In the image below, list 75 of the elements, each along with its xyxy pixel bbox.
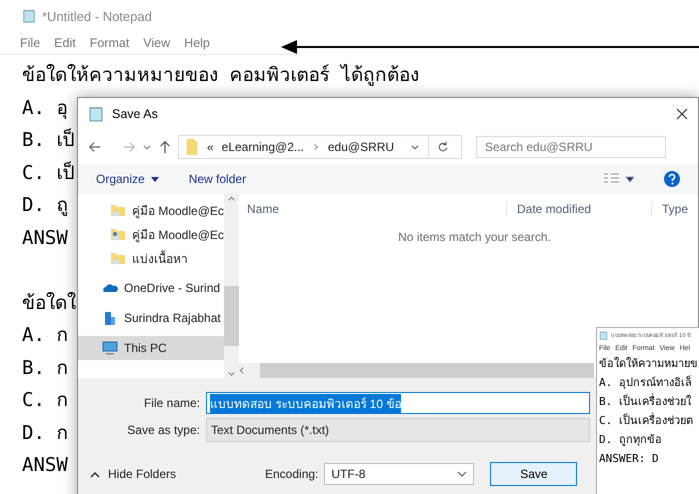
file-name-field[interactable]: แบบทดสอบ ระบบคอมพิวเตอร์ 10 ข้อ [206,392,590,414]
scrollbar[interactable] [237,363,594,378]
text-line: B. เป็นเครื่องช่วยใ [598,392,692,410]
encoding-dropdown[interactable]: UTF-8 [324,463,474,485]
search-field[interactable]: Search edu@SRRU [476,136,666,158]
chevron-up-icon [226,194,236,203]
breadcrumb[interactable]: eLearning@2... [222,140,304,154]
chevron-right-icon [312,142,320,152]
text-line: D. ก [22,420,68,446]
chevron-down-icon [457,471,468,477]
nav-item[interactable]: แบ่งเนื้อหา [78,246,224,270]
nav-item[interactable]: คู่มือ Moodle@Ec [78,222,224,246]
breadcrumb[interactable]: edu@SRRU [328,140,394,154]
text-line: ANSWER: D [598,451,660,467]
up-icon [158,140,172,154]
folder-icon [185,138,199,156]
text-line: B. เป็ [22,127,74,153]
text-line: D. ถู [22,193,68,218]
menu-item[interactable]: View [143,36,170,50]
forward-icon [122,140,136,154]
text-line: ANSW [22,453,68,478]
refresh-icon [437,141,449,153]
nav-item[interactable]: This PC [78,336,224,360]
chevron-left-icon [237,366,246,375]
text-line: A. ก [22,323,68,348]
help-icon [664,171,680,187]
column-header[interactable]: Name [237,202,507,216]
folder-icon [110,226,126,242]
scrollbar[interactable] [224,194,239,378]
notepad-icon [88,106,104,122]
window-title: *Untitled - Notepad [42,8,152,24]
caret-icon [150,176,159,182]
text-line: A. อุปกรณ์ทางอิเล็ [598,374,693,391]
dialog-title: Save As [112,107,159,121]
overflow-marker[interactable]: « [206,140,214,154]
notepad-icon [22,9,36,23]
file-name-label: File name: [142,396,200,410]
text-line: ข้อใดใ [22,290,76,316]
column-header[interactable]: Date modified [507,202,652,216]
save-type-dropdown[interactable]: Text Documents (*.txt) [206,418,590,442]
folder-icon [110,202,126,218]
arrow-icon [281,40,699,54]
text-line: ข้อใดให้ความหมายข [598,356,699,372]
column-header[interactable]: Type [652,202,699,216]
nav-item[interactable]: คู่มือ Moodle@Ec [78,198,224,222]
text-line: ข้อใดให้ความหมายของ คอมพิวเตอร์ ได้ถูกต้อง [22,63,419,88]
encoding-label: Encoding: [265,467,318,481]
text-line: D. ถูกทุกข้อ [598,432,663,448]
menu-item[interactable]: Edit [54,36,76,50]
empty-message: No items match your search. [398,230,551,244]
text-line: C. ก [22,388,68,413]
text-line: B. ก [22,356,68,380]
address-bar[interactable]: « eLearning@2... edu@SRRU [178,135,462,159]
text-line: ANSW [22,226,68,250]
notepad-icon [599,330,608,340]
nav-item[interactable]: OneDrive - Surind [78,276,224,300]
view-options-icon [604,173,634,185]
menu-item[interactable]: Format [90,36,130,50]
new-folder-button[interactable]: New folder [188,172,246,186]
nav-item[interactable]: Surindra Rajabhat [78,306,224,330]
folder-icon [110,250,126,266]
menu-item[interactable]: File [20,36,40,50]
building-icon [102,310,118,326]
back-icon [88,140,102,154]
organize-button[interactable]: Organize [96,172,159,186]
text-line: C. เป็นเครื่องช่วยต [598,412,694,429]
monitor-icon [102,340,118,356]
text-line: A. อุ [22,96,68,121]
save-type-label: Save as type: [126,423,200,437]
close-icon[interactable] [676,108,688,120]
save-button[interactable]: Save [490,462,578,486]
hide-folders-button[interactable]: Hide Folders [90,467,265,481]
chevron-up-icon [90,470,100,478]
menu-item[interactable]: Help [184,36,210,50]
text-line: C. เป็ [22,160,74,186]
